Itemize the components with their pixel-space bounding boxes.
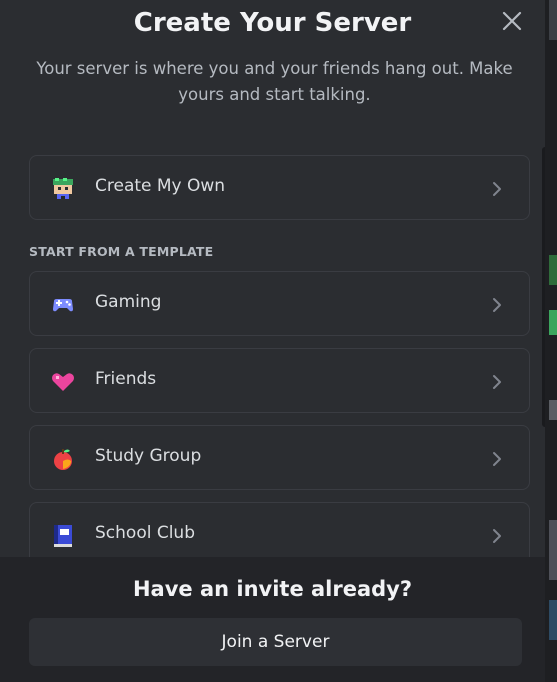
template-gaming-button[interactable]: Gaming [29, 271, 530, 336]
template-friends-label: Friends [95, 369, 157, 389]
gamepad-icon [53, 299, 73, 312]
options-list[interactable]: Create My Own START FROM A TEMPLATE Gami… [0, 140, 545, 557]
apple-icon [54, 449, 72, 470]
create-my-own-label: Create My Own [95, 176, 226, 196]
heart-icon [52, 373, 74, 391]
template-gaming-label: Gaming [95, 292, 162, 312]
chevron-right-icon [493, 375, 501, 389]
book-icon [54, 525, 72, 547]
close-icon[interactable] [500, 9, 524, 33]
template-study-group-button[interactable]: Study Group [29, 425, 530, 490]
chevron-right-icon [493, 182, 501, 196]
template-school-club-label: School Club [95, 523, 195, 543]
create-server-modal: Create Your Server Your server is where … [0, 0, 548, 682]
chevron-right-icon [493, 452, 501, 466]
modal-subtitle: Your server is where you and your friend… [36, 59, 513, 104]
modal-footer: Have an invite already? Join a Server [0, 557, 545, 682]
invite-heading: Have an invite already? [132, 577, 413, 601]
chevron-right-icon [493, 298, 501, 312]
create-my-own-button[interactable]: Create My Own [29, 155, 530, 220]
create-own-icon [53, 178, 73, 199]
template-section-heading: START FROM A TEMPLATE [29, 244, 214, 259]
join-server-button[interactable]: Join a Server [29, 618, 522, 666]
template-study-group-label: Study Group [95, 446, 202, 466]
modal-title: Create Your Server [133, 8, 412, 38]
chevron-right-icon [493, 529, 501, 543]
backdrop [545, 0, 557, 682]
template-friends-button[interactable]: Friends [29, 348, 530, 413]
template-school-club-button[interactable]: School Club [29, 502, 530, 557]
